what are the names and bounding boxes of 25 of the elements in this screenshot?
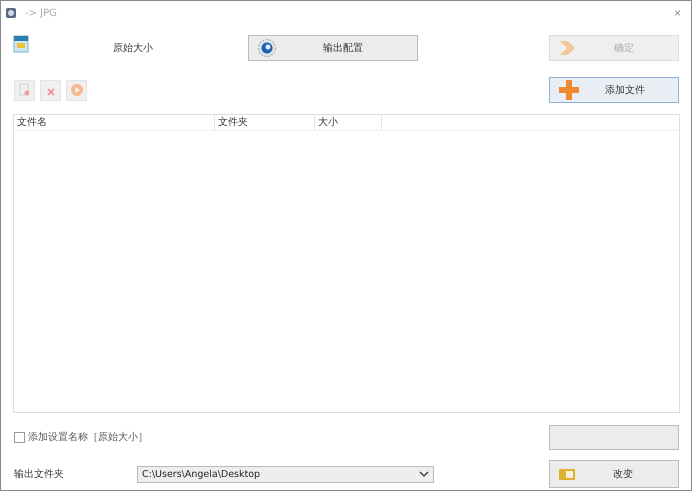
gear-icon [257, 38, 277, 58]
app-icon [5, 7, 17, 19]
folder-icon [558, 467, 576, 481]
image-file-icon [13, 35, 29, 53]
output-folder-dropdown[interactable]: C:\Users\Angela\Desktop [137, 466, 434, 482]
checkbox-label: 添加设置名称［原始大小］ [28, 430, 148, 444]
output-config-button[interactable]: 输出配置 [248, 35, 418, 61]
close-button[interactable]: × [670, 6, 685, 20]
output-folder-label: 输出文件夹 [14, 468, 65, 481]
remove-file-button[interactable] [14, 80, 35, 100]
arrow-icon [558, 39, 578, 57]
plus-icon [558, 79, 580, 101]
preset-label: 原始大小 [112, 42, 154, 55]
column-header[interactable]: 文件夹 [215, 115, 315, 130]
column-header[interactable]: 大小 [315, 115, 382, 130]
play-icon [70, 83, 84, 97]
delete-button[interactable] [40, 80, 61, 100]
column-header[interactable]: 文件名 [14, 115, 215, 130]
add-file-button[interactable]: 添加文件 [549, 77, 679, 103]
play-button[interactable] [66, 80, 87, 100]
checkbox[interactable] [14, 432, 25, 442]
chevron-down-icon [419, 471, 429, 477]
window-title: -> JPG [25, 8, 57, 18]
file-icon [18, 83, 30, 97]
change-button[interactable]: 改变 [549, 460, 679, 488]
